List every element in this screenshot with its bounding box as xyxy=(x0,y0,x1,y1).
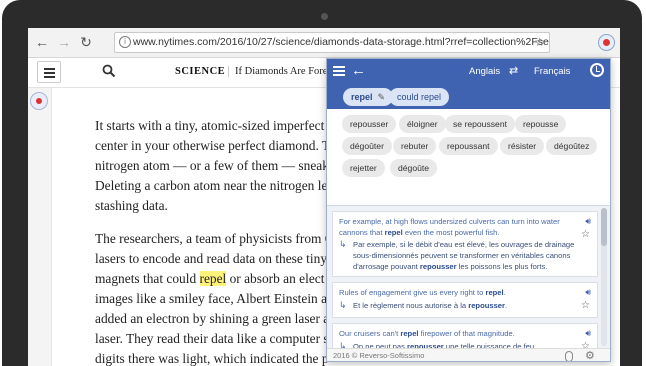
article-line: images like a smiley face, Albert Einste… xyxy=(95,291,334,306)
section-label[interactable]: SCIENCE xyxy=(175,66,225,77)
synonym-chip[interactable]: repoussant xyxy=(439,137,498,155)
example-card: For example, at high flows undersized cu… xyxy=(332,211,598,277)
synonyms-list: repousser éloigner se repoussent repouss… xyxy=(327,109,610,203)
target-language[interactable]: Français xyxy=(534,66,570,77)
article-line: lasers to encode and read data on these … xyxy=(95,251,328,266)
camera xyxy=(321,13,328,20)
article-line: laser. They read their data like a compu… xyxy=(95,331,329,346)
example-translation: Et le règlement nous autorise à la repou… xyxy=(353,301,508,310)
mouse-icon[interactable] xyxy=(565,351,573,361)
article-line: The researchers, a team of physicists fr… xyxy=(95,231,334,246)
synonym-chip[interactable]: résister xyxy=(500,137,545,155)
copyright-text: 2016 © Reverso-Softissimo xyxy=(333,351,425,360)
popup-footer: 2016 © Reverso-Softissimo ⚙ xyxy=(327,348,610,361)
article-line: nitrogen atom — or a few of them — sneak… xyxy=(95,158,336,173)
synonym-chip[interactable]: rejetter xyxy=(342,159,385,177)
synonym-chip[interactable]: repousse xyxy=(515,115,567,133)
settings-gear-icon[interactable]: ⚙ xyxy=(585,349,595,361)
url-text: www.nytimes.com/2016/10/27/science/diamo… xyxy=(133,36,550,48)
query-text: repel xyxy=(351,92,373,102)
synonym-chip[interactable]: repousser xyxy=(342,115,397,133)
article-line: It starts with a tiny, atomic-sized impe… xyxy=(95,118,325,133)
query-chip[interactable]: repel ✎ xyxy=(343,88,394,106)
bookmark-star-icon[interactable]: ☆ xyxy=(534,33,545,52)
examples-panel: For example, at high flows undersized cu… xyxy=(327,205,610,353)
article-body: It starts with a tiny, atomic-sized impe… xyxy=(95,116,336,366)
laptop-frame: ← → ↻ i www.nytimes.com/2016/10/27/scien… xyxy=(2,0,642,366)
example-source: For example, at high flows undersized cu… xyxy=(339,217,560,237)
speaker-icon[interactable]: 🔊︎ xyxy=(585,328,591,339)
edit-pencil-icon[interactable]: ✎ xyxy=(378,88,386,106)
synonym-chip[interactable]: dégoûte xyxy=(390,159,438,177)
example-source: Our cruisers can't repel firepower of th… xyxy=(339,329,515,338)
browser-toolbar: ← → ↻ i www.nytimes.com/2016/10/27/scien… xyxy=(28,28,620,58)
source-language[interactable]: Anglais xyxy=(469,66,500,77)
translation-popup: ← Anglais ⇄ Français repel ✎ could repel … xyxy=(326,58,611,362)
synonym-chip[interactable]: éloigner xyxy=(399,115,446,133)
speaker-icon[interactable]: 🔊︎ xyxy=(585,287,591,298)
examples-scrollbar[interactable] xyxy=(601,208,607,346)
hamburger-menu-button[interactable] xyxy=(37,61,61,83)
example-translation: Par exemple, si le débit d'eau est élevé… xyxy=(353,240,575,271)
article-text: or absorb an elect xyxy=(226,271,325,286)
search-icon[interactable] xyxy=(102,64,116,78)
back-arrow-icon[interactable]: ← xyxy=(351,62,366,80)
article-line: added an electron by shining a green las… xyxy=(95,311,330,326)
left-rail xyxy=(28,88,52,366)
article-line: magnets that could repel or absorb an el… xyxy=(95,269,335,289)
article-line: center in your otherwise perfect diamond… xyxy=(95,138,331,153)
screen: ← → ↻ i www.nytimes.com/2016/10/27/scien… xyxy=(28,28,620,366)
speaker-icon[interactable]: 🔊︎ xyxy=(585,216,591,227)
popup-toolbar: ← Anglais ⇄ Français xyxy=(327,59,610,85)
address-bar[interactable]: i www.nytimes.com/2016/10/27/science/dia… xyxy=(114,32,550,53)
synonym-chip[interactable]: rebuter xyxy=(393,137,437,155)
info-icon[interactable]: i xyxy=(119,36,131,48)
history-icon[interactable] xyxy=(590,63,604,77)
synonym-chip[interactable]: se repoussent xyxy=(445,115,515,133)
query-bar: repel ✎ could repel xyxy=(327,85,610,109)
query-alt-chip[interactable]: could repel xyxy=(389,88,450,106)
scrollbar-thumb[interactable] xyxy=(601,208,607,246)
return-arrow-icon: ↳ xyxy=(339,300,347,310)
article-text: magnets that could xyxy=(95,271,200,286)
favorite-star-icon[interactable]: ☆ xyxy=(581,229,590,240)
reverso-logo-icon[interactable] xyxy=(30,92,48,110)
article-line: digits there was light, which indicated … xyxy=(95,351,329,366)
reload-icon[interactable]: ↻ xyxy=(78,34,94,50)
popup-menu-icon[interactable] xyxy=(333,66,345,76)
synonym-chip[interactable]: dégoûtez xyxy=(546,137,598,155)
swap-languages-icon[interactable]: ⇄ xyxy=(509,64,518,77)
synonym-chip[interactable]: dégoûter xyxy=(342,137,392,155)
back-icon[interactable]: ← xyxy=(34,34,50,50)
favorite-star-icon[interactable]: ☆ xyxy=(581,300,590,311)
example-source: Rules of engagement give us every right … xyxy=(339,288,506,297)
return-arrow-icon: ↳ xyxy=(339,239,347,249)
example-card: Rules of engagement give us every right … xyxy=(332,282,598,318)
reverso-extension-icon[interactable] xyxy=(598,34,615,51)
article-line: stashing data. xyxy=(95,198,168,213)
highlighted-word[interactable]: repel xyxy=(199,271,227,286)
article-line: Deleting a carbon atom near the nitrogen… xyxy=(95,178,328,193)
forward-icon[interactable]: → xyxy=(56,34,72,50)
